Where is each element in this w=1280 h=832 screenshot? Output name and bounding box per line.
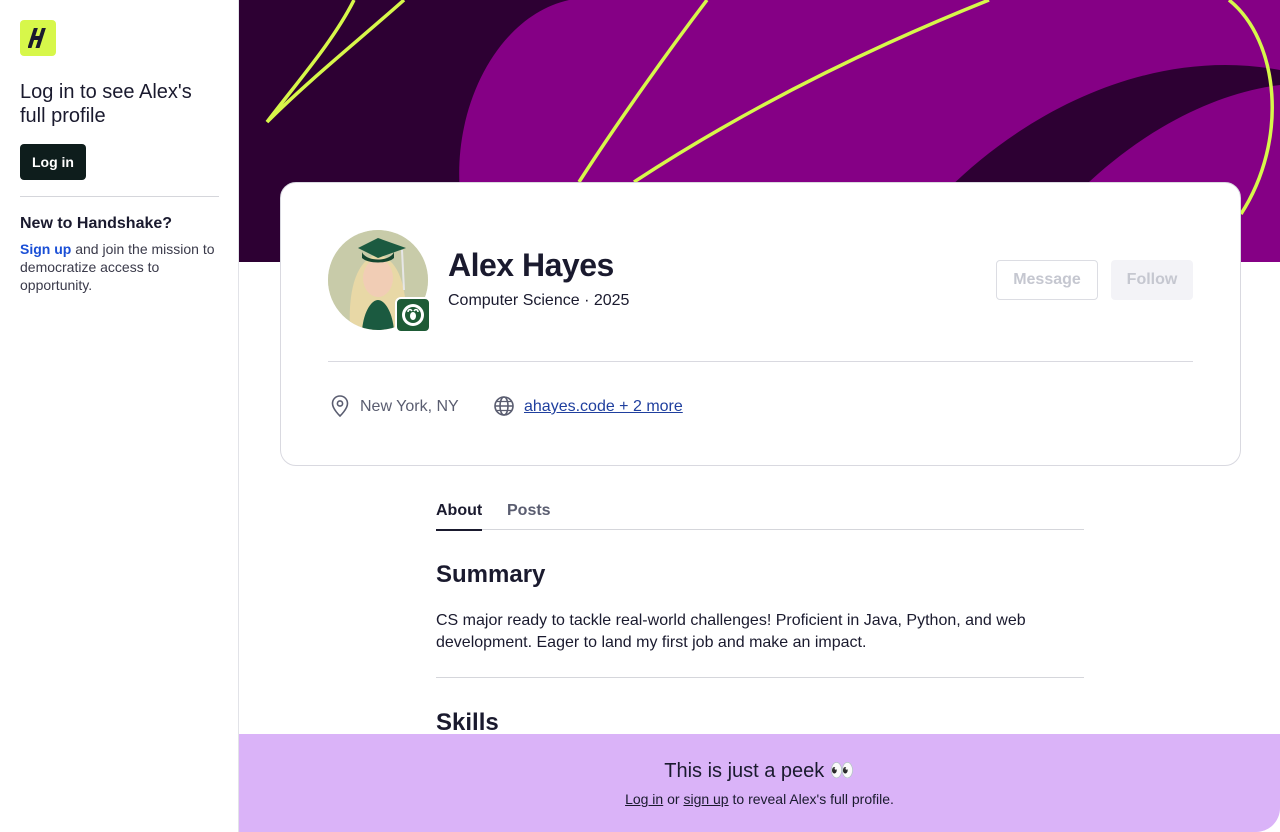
- location-text: New York, NY: [360, 398, 459, 415]
- signup-blurb: Sign up and join the mission to democrat…: [20, 240, 220, 294]
- tab-posts[interactable]: Posts: [507, 502, 551, 520]
- profile-name: Alex Hayes: [448, 247, 614, 283]
- peek-rest-text: to reveal Alex's full profile.: [728, 791, 894, 807]
- tab-about[interactable]: About: [436, 502, 483, 531]
- sidebar-divider: [20, 196, 219, 197]
- globe-icon: [493, 395, 515, 422]
- handshake-logo-icon[interactable]: [20, 20, 56, 56]
- card-divider: [328, 361, 1193, 362]
- login-button[interactable]: Log in: [20, 144, 86, 180]
- peek-subtitle: Log in or sign up to reveal Alex's full …: [239, 791, 1280, 807]
- website-links[interactable]: ahayes.code + 2 more: [524, 398, 683, 416]
- skills-heading: Skills: [436, 709, 499, 736]
- peek-signup-link[interactable]: sign up: [683, 791, 728, 807]
- location-pin-icon: [330, 395, 350, 422]
- message-button[interactable]: Message: [996, 260, 1098, 300]
- new-to-handshake-heading: New to Handshake?: [20, 215, 173, 232]
- summary-heading: Summary: [436, 561, 546, 588]
- sidebar-signup-link[interactable]: Sign up: [20, 241, 71, 257]
- profile-card: Alex Hayes Computer Science · 2025 Messa…: [280, 182, 1241, 466]
- follow-button[interactable]: Follow: [1111, 260, 1193, 300]
- summary-text: CS major ready to tackle real-world chal…: [436, 612, 1026, 651]
- peek-login-link[interactable]: Log in: [625, 791, 663, 807]
- peek-title: This is just a peek 👀: [664, 760, 855, 782]
- peek-banner: This is just a peek 👀 Log in or sign up …: [239, 734, 1280, 832]
- profile-subtitle: Computer Science · 2025: [448, 292, 630, 309]
- profile-tabs: About Posts: [436, 498, 1084, 531]
- peek-or-text: or: [663, 791, 684, 807]
- sidebar: Log in to see Alex's full profile Log in…: [0, 0, 239, 832]
- content-divider: [436, 677, 1084, 678]
- sidebar-title: Log in to see Alex's full profile: [20, 81, 192, 127]
- school-ram-icon: [395, 297, 431, 333]
